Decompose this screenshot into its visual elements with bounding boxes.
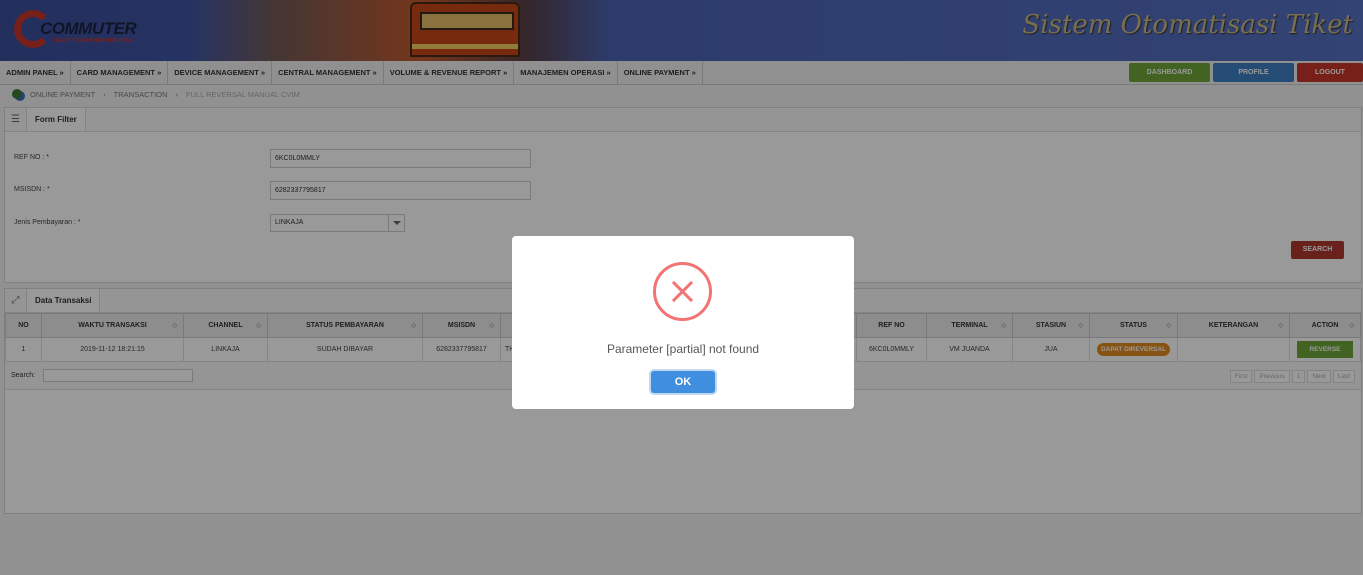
error-message: Parameter [partial] not found [606,342,760,356]
error-x-icon [653,262,712,321]
error-dialog: Parameter [partial] not found OK [512,236,854,409]
ok-button[interactable]: OK [651,371,715,393]
